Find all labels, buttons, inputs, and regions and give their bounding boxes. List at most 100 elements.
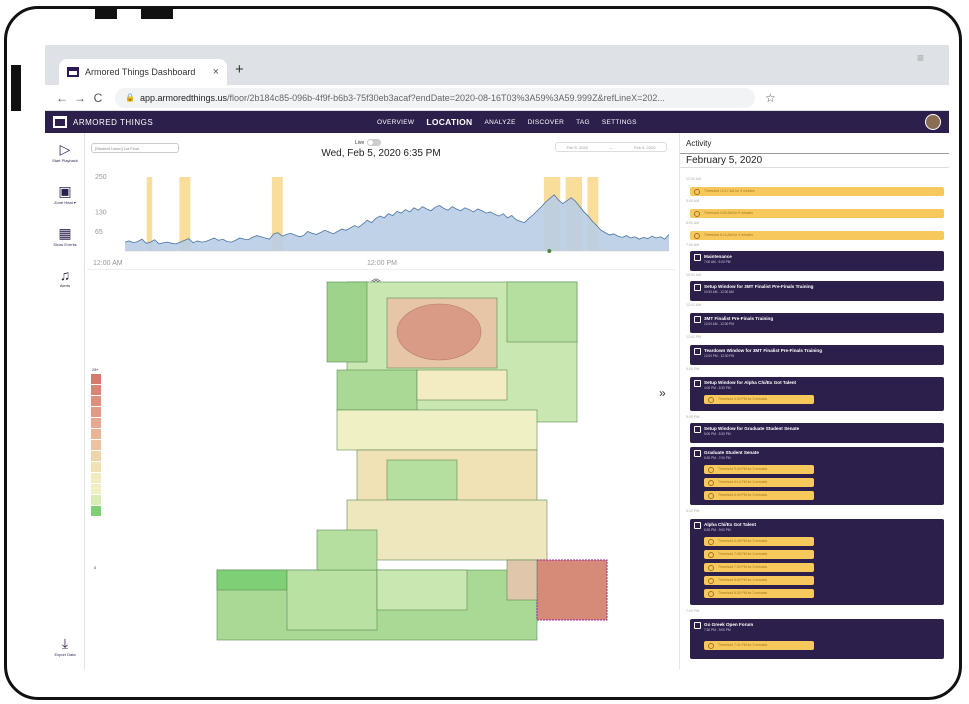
back-button[interactable]: ←: [53, 91, 71, 105]
export-data-button[interactable]: ⤓ Export Data: [49, 635, 81, 657]
threshold-alert[interactable]: Threshold 8:30 PM for 3 minutes: [704, 589, 814, 598]
live-toggle[interactable]: [367, 139, 382, 146]
zone-heat-button[interactable]: ▣ Zone Heat ▾: [49, 183, 81, 205]
event-card[interactable]: Setup Window for 3MT Finalist Pre-Finals…: [690, 281, 944, 301]
timeline-time-label: 12:00 AM: [686, 177, 702, 181]
calendar-icon: ▦: [58, 225, 72, 241]
alerts-button[interactable]: ♫ Alerts: [49, 267, 81, 288]
new-tab-button[interactable]: +: [235, 61, 244, 78]
threshold-alert[interactable]: Threshold 7:41 PM for 3 minutes: [704, 641, 814, 650]
calendar-icon: [694, 622, 701, 629]
time-cursor[interactable]: [547, 249, 552, 253]
threshold-alert[interactable]: Threshold 3:50 AM for 9 minutes: [690, 209, 944, 218]
event-time: 6:30 PM - 9:00 PM: [704, 528, 731, 532]
frame-side-button: [11, 65, 21, 111]
bell-icon: ♫: [59, 267, 71, 283]
tab-title: Armored Things Dashboard: [85, 67, 196, 77]
occupancy-chart[interactable]: 250 130 65 12:00 AM 12:00 PM: [87, 173, 675, 269]
rail-label: Show Events: [53, 242, 77, 247]
threshold-alert[interactable]: Threshold 8:00 PM for 3 minutes: [704, 576, 814, 585]
browser-toolbar: ← → C 🔒 app.armoredthings.us /floor/2b18…: [45, 85, 949, 111]
nav-location[interactable]: LOCATION: [426, 117, 472, 127]
activity-title: Activity: [686, 139, 712, 148]
threshold-alert[interactable]: Threshold 12:17 AM for 3 minutes: [690, 187, 944, 196]
browser-tab[interactable]: Armored Things Dashboard ×: [59, 59, 227, 85]
y-tick-label: 130: [95, 210, 107, 217]
y-tick-label: 65: [95, 229, 103, 236]
avatar[interactable]: [925, 114, 941, 130]
app-logo[interactable]: ARMORED THINGS: [53, 116, 153, 128]
divider: [680, 153, 949, 154]
url-domain: app.armoredthings.us: [139, 92, 228, 103]
activity-panel: Activity February 5, 2020 12:00 AM Thresh…: [679, 133, 949, 670]
event-title: Teardown Window for 3MT Finalist Pre-Fin…: [704, 348, 823, 353]
range-start: Feb 5, 2020: [566, 144, 588, 150]
threshold-alert[interactable]: Threshold 6:45 PM for 3 minutes: [704, 537, 814, 546]
divider: [680, 167, 949, 168]
event-card[interactable]: Go Greek Open Forum 7:30 PM - 9:00 PM: [690, 619, 944, 659]
threshold-alert[interactable]: Threshold 6:14 AM for 3 minutes: [690, 231, 944, 240]
threshold-alert[interactable]: Threshold 4:30 PM for 3 minutes: [704, 395, 814, 404]
rail-label: Export Data: [54, 652, 76, 657]
calendar-icon: [694, 348, 701, 355]
event-card[interactable]: Setup Window for Graduate Student Senate…: [690, 423, 944, 443]
x-tick-label: 12:00 AM: [93, 260, 123, 267]
window-menu-icon[interactable]: ≡: [917, 51, 931, 65]
floor-plan-map[interactable]: [87, 270, 675, 670]
device-frame: Armored Things Dashboard × + ≡ ← → C 🔒 a…: [4, 6, 962, 700]
threshold-alert[interactable]: Threshold 5:44 PM for 3 minutes: [704, 465, 814, 474]
rail-label: Start Playback: [52, 158, 78, 163]
event-card[interactable]: Setup Window for Alpha Chi/Ex Got Talent…: [690, 377, 944, 411]
event-card[interactable]: 3MT Finalist Pre-Finals Training 12:00 AM…: [690, 313, 944, 333]
threshold-alert[interactable]: Threshold 6:14 PM for 3 minutes: [704, 478, 814, 487]
calendar-icon: [694, 380, 701, 387]
timeline-time-label: 7:00 AM: [686, 243, 700, 247]
play-icon: ▷: [59, 141, 71, 157]
threshold-alert[interactable]: Threshold 7:05 PM for 3 minutes: [704, 550, 814, 559]
controls-bar: [Student Union] 1st Floor Live Wed, Feb …: [87, 133, 675, 169]
timeline-time-label: 7:00 PM: [686, 609, 700, 613]
event-title: Maintenance: [704, 254, 732, 259]
event-time: 4:00 PM - 6:30 PM: [704, 386, 731, 390]
date-range-picker[interactable]: Feb 5, 2020 — Feb 5, 2020: [555, 142, 667, 152]
activity-date: February 5, 2020: [686, 155, 763, 166]
timeline-time-label: 3:00 AM: [686, 199, 700, 203]
reload-button[interactable]: C: [89, 91, 107, 105]
event-time: 7:00 AM - 9:00 PM: [704, 260, 731, 264]
event-time: 12:00 PM - 12:30 PM: [704, 354, 735, 358]
event-card[interactable]: Maintenance 7:00 AM - 9:00 PM: [690, 251, 944, 271]
event-title: Alpha Chi/Ex Got Talent: [704, 522, 756, 527]
bookmark-star-icon[interactable]: ☆: [765, 91, 776, 105]
show-events-button[interactable]: ▦ Show Events: [49, 225, 81, 247]
address-bar[interactable]: 🔒 app.armoredthings.us /floor/2b184c85-0…: [115, 87, 755, 108]
event-title: Setup Window for 3MT Finalist Pre-Finals…: [704, 284, 814, 289]
timeline-time-label: 10:01 AM: [686, 273, 702, 277]
event-time: 5:00 PM - 5:30 PM: [704, 432, 731, 436]
nav-analyze[interactable]: ANALYZE: [484, 119, 515, 126]
nav-discover[interactable]: DISCOVER: [528, 119, 564, 126]
event-title: Graduate Student Senate: [704, 450, 759, 455]
event-card[interactable]: Teardown Window for 3MT Finalist Pre-Fin…: [690, 345, 944, 365]
event-time: 12:00 AM - 12:00 PM: [704, 322, 734, 326]
expand-panel-icon[interactable]: »: [659, 386, 666, 400]
main-nav: OVERVIEW LOCATION ANALYZE DISCOVER TAG S…: [377, 111, 637, 133]
threshold-band: [146, 177, 153, 251]
event-title: Setup Window for Graduate Student Senate: [704, 426, 800, 431]
logo-mark-icon: [53, 116, 67, 128]
nav-overview[interactable]: OVERVIEW: [377, 119, 414, 126]
start-playback-button[interactable]: ▷ Start Playback: [49, 141, 81, 163]
calendar-icon: [694, 316, 701, 323]
nav-tag[interactable]: TAG: [576, 119, 590, 126]
event-time: 7:30 PM - 9:00 PM: [704, 628, 731, 632]
close-tab-icon[interactable]: ×: [213, 66, 219, 78]
forward-button[interactable]: →: [71, 91, 89, 105]
zone-heat-icon: ▣: [58, 183, 72, 199]
threshold-alert[interactable]: Threshold 7:30 PM for 3 minutes: [704, 563, 814, 572]
browser-window: Armored Things Dashboard × + ≡ ← → C 🔒 a…: [45, 45, 949, 670]
range-separator: —: [609, 144, 613, 150]
app-header: ARMORED THINGS OVERVIEW LOCATION ANALYZE…: [45, 111, 949, 133]
threshold-alert[interactable]: Threshold 6:44 PM for 3 minutes: [704, 491, 814, 500]
floor-plan-view: ︽ 28+ 0 »: [87, 269, 675, 670]
nav-settings[interactable]: SETTINGS: [602, 119, 637, 126]
rail-label: Alerts: [59, 283, 71, 288]
